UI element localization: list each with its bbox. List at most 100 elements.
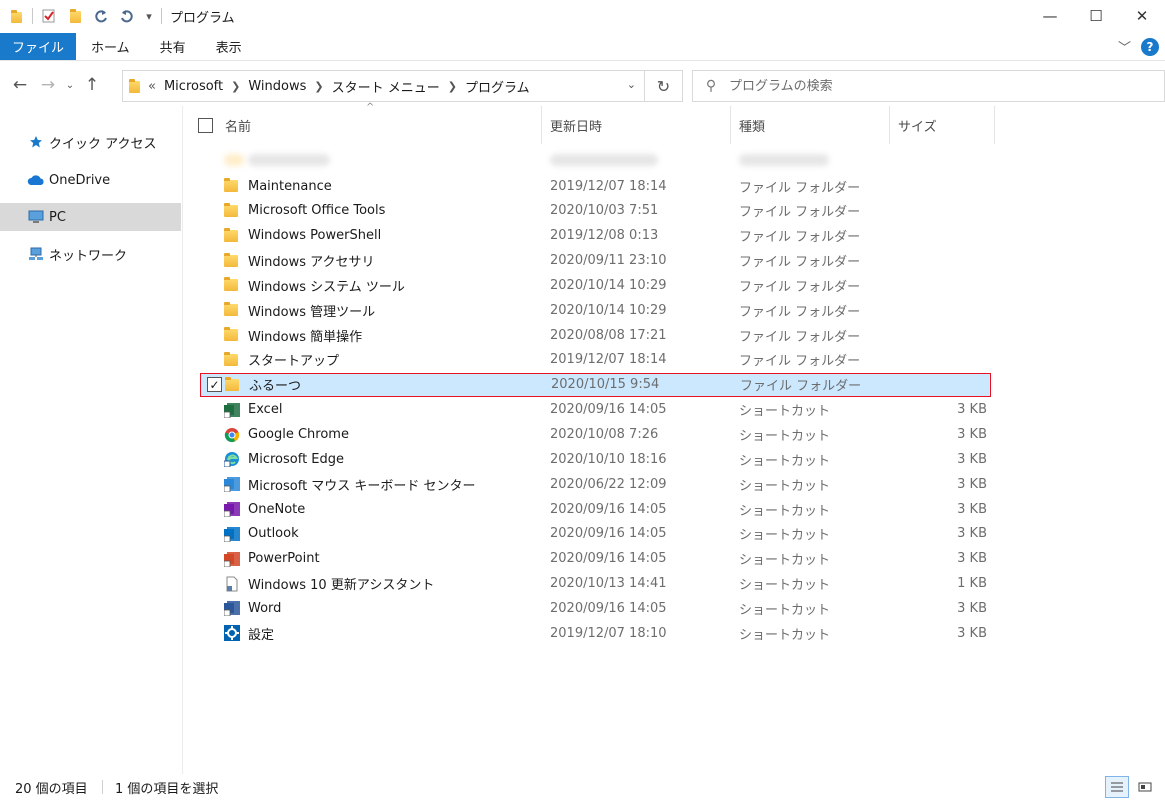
folder-icon [224,327,240,343]
file-type: ショートカット [739,602,831,618]
file-name: 設定 [248,627,275,643]
column-header-label: 更新日時 [550,119,603,135]
sidebar-item-label: PC [49,209,66,225]
large-icons-view-icon[interactable] [1133,776,1157,798]
folder-icon [129,79,140,93]
file-date: 2020/10/13 14:41 [550,576,667,592]
select-all-checkbox[interactable] [198,117,213,133]
row-checkbox[interactable]: ✓ [207,377,222,393]
address-dropdown-button[interactable]: ⌄ [627,78,636,91]
table-row[interactable]: Windows 管理ツール 2020/10/14 10:29 ファイル フォルダー [200,298,991,322]
sidebar-item-network[interactable]: ネットワーク [0,240,181,268]
customize-toolbar-dropdown[interactable]: ▾ [143,6,155,26]
file-name: Windows PowerShell [248,228,382,244]
sidebar-item-quick-access[interactable]: クイック アクセス [0,128,181,156]
expand-ribbon-button[interactable]: ﹀ [1118,37,1131,56]
table-row[interactable]: Word 2020/09/16 14:05 ショートカット 3 KB [200,596,991,620]
toolbar-divider [32,8,33,24]
search-icon: ⚲ [705,78,717,94]
outlook-icon [223,526,240,543]
column-header-size[interactable]: サイズ [890,106,995,144]
table-row[interactable]: 設定 2019/12/07 18:10 ショートカット 3 KB [200,621,991,645]
file-size: 3 KB [957,402,987,418]
excel-icon [223,402,240,419]
sidebar-item-pc[interactable]: PC [0,203,181,231]
file-size: 3 KB [957,625,987,641]
tab-share[interactable]: 共有 [145,33,201,60]
table-row[interactable]: Microsoft マウス キーボード センター 2020/06/22 12:09… [200,472,991,496]
file-shortcut-icon [224,576,240,592]
chevron-right-icon[interactable]: ❯ [231,80,240,93]
tab-home[interactable]: ホーム [76,33,145,60]
help-button[interactable]: ? [1141,37,1159,56]
cloud-icon [27,172,45,188]
file-type: ショートカット [739,453,831,469]
table-row[interactable]: Google Chrome 2020/10/08 7:26 ショートカット 3 KB [200,423,991,447]
folder-icon [224,202,240,219]
address-bar[interactable]: « Microsoft ❯ Windows ❯ スタート メニュー ❯ プログラ… [122,70,645,102]
table-row-redacted[interactable] [200,148,991,172]
table-row[interactable]: Windows 10 更新アシスタント 2020/10/13 14:41 ショートカ… [200,572,991,596]
minimize-button[interactable]: — [1027,0,1073,32]
chevron-right-icon[interactable]: ❯ [314,80,323,93]
redacted-date [550,154,658,166]
ribbon-right: ﹀ ? [1118,37,1159,56]
table-row[interactable]: Windows システム ツール 2020/10/14 10:29 ファイル フォル… [200,273,991,297]
back-button[interactable]: ← [6,70,34,100]
quick-access-toolbar: ▾ [0,0,168,32]
table-row[interactable]: Windows PowerShell 2019/12/08 0:13 ファイル フォ… [200,224,991,248]
file-type: ショートカット [739,578,831,594]
chevron-right-icon[interactable]: ❯ [448,80,457,93]
file-type: ショートカット [739,429,831,444]
search-input[interactable] [729,78,1129,94]
folder-icon [224,277,240,293]
file-date: 2019/12/07 18:10 [550,625,667,641]
column-header-name[interactable]: 名前 [184,106,542,144]
forward-button[interactable]: → [34,70,62,100]
table-row[interactable]: Maintenance 2019/12/07 18:14 ファイル フォルダー [200,174,991,198]
word-icon [223,600,240,617]
file-type: ファイル フォルダー [739,329,861,345]
file-name: Windows 10 更新アシスタント [248,578,435,594]
file-name: Maintenance [248,178,332,194]
new-folder-icon[interactable] [65,6,85,26]
table-row[interactable]: スタートアップ 2019/12/07 18:14 ファイル フォルダー [200,348,991,372]
breadcrumb-overflow[interactable]: « [148,79,156,94]
breadcrumb-programs[interactable]: プログラム [465,77,530,96]
file-date: 2020/06/22 12:09 [550,476,667,492]
table-row[interactable]: Excel 2020/09/16 14:05 ショートカット 3 KB [200,398,991,422]
table-row[interactable]: Microsoft Office Tools 2020/10/03 7:51 ファイ… [200,199,991,223]
breadcrumb-windows[interactable]: Windows [248,79,306,94]
table-row[interactable]: PowerPoint 2020/09/16 14:05 ショートカット 3 KB [200,547,991,571]
column-header-label: サイズ [898,119,937,135]
status-divider [102,780,103,794]
table-row[interactable]: Windows 簡単操作 2020/08/08 17:21 ファイル フォルダー [200,323,991,347]
undo-icon[interactable] [117,6,137,26]
breadcrumb-microsoft[interactable]: Microsoft [164,79,223,94]
table-row[interactable]: OneNote 2020/09/16 14:05 ショートカット 3 KB [200,497,991,521]
file-date: 2020/09/16 14:05 [550,402,667,418]
properties-icon[interactable] [39,6,59,26]
sidebar-item-onedrive[interactable]: OneDrive [0,166,181,194]
table-row[interactable]: Windows アクセサリ 2020/09/11 23:10 ファイル フォルダー [200,249,991,273]
file-date: 2020/10/03 7:51 [550,203,659,219]
maximize-button[interactable]: ☐ [1073,0,1119,32]
details-view-icon[interactable] [1105,776,1129,798]
breadcrumb-start-menu[interactable]: スタート メニュー [332,77,440,96]
file-type: ファイル フォルダー [739,230,861,246]
column-header-type[interactable]: 種類 [731,106,890,144]
table-row[interactable]: Microsoft Edge 2020/10/10 18:16 ショートカット 3 K… [200,447,991,471]
table-row[interactable]: ✓ ふるーつ 2020/10/15 9:54 ファイル フォルダー [200,372,991,397]
folder-icon [224,252,240,269]
redo-icon[interactable] [91,6,111,26]
up-button[interactable]: ↑ [78,70,106,100]
tab-view[interactable]: 表示 [201,33,257,60]
tab-file[interactable]: ファイル [0,33,77,60]
recent-locations-button[interactable]: ⌄ [62,70,78,100]
close-button[interactable]: ✕ [1119,0,1165,32]
column-header-date[interactable]: 更新日時 [542,106,731,144]
table-row[interactable]: Outlook 2020/09/16 14:05 ショートカット 3 KB [200,522,991,546]
file-date: 2020/09/16 14:05 [550,551,667,567]
file-date: 2020/10/08 7:26 [550,427,659,442]
refresh-button[interactable]: ↻ [645,70,683,102]
